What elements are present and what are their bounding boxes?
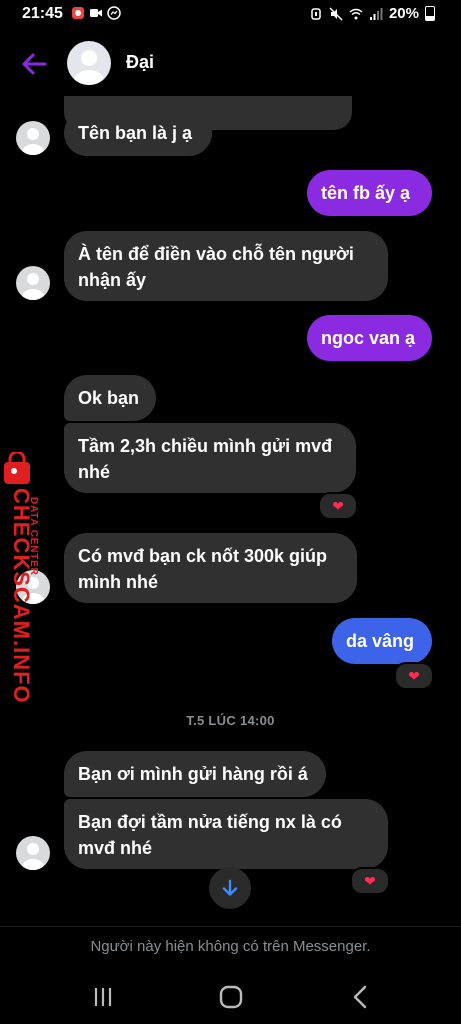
status-time: 21:45 — [22, 5, 63, 22]
message-bubble-received[interactable]: Tên bạn là j ạ — [64, 110, 212, 156]
message-bubble-received[interactable]: Bạn ơi mình gửi hàng rồi á — [64, 751, 326, 797]
message-bubble-received[interactable]: Tầm 2,3h chiều mình gửi mvđ nhé — [64, 423, 356, 493]
message-bubble-received[interactable]: Có mvđ bạn ck nốt 300k giúp mình nhé — [64, 533, 357, 603]
video-icon — [90, 9, 102, 17]
signal-icon — [369, 7, 383, 20]
message-bubble-received[interactable]: À tên để điền vào chỗ tên người nhận ấy — [64, 231, 388, 301]
message-bubble-sent[interactable]: da vâng — [332, 618, 432, 664]
alarm-icon — [311, 7, 321, 20]
message-bubble-received[interactable]: Bạn đợi tầm nửa tiếng nx là có mvđ nhé — [64, 799, 388, 869]
messenger-icon — [107, 6, 121, 20]
scroll-to-bottom-button[interactable] — [209, 867, 251, 909]
message-bubble-received[interactable]: Ok bạn — [64, 375, 156, 421]
system-nav-bar — [0, 970, 461, 1024]
battery-percent: 20% — [388, 5, 419, 22]
lock-logo-icon — [4, 452, 30, 484]
mute-icon — [329, 6, 343, 21]
heart-reaction[interactable]: ❤ — [350, 867, 390, 895]
notification-icon — [72, 7, 84, 19]
sender-avatar[interactable] — [16, 266, 50, 300]
wifi-icon — [349, 8, 363, 19]
status-bar: 21:45 20% — [0, 0, 461, 30]
unavailable-notice: Người này hiện không có trên Messenger. — [90, 938, 371, 955]
contact-name[interactable]: Đại — [126, 52, 154, 73]
sender-avatar[interactable] — [16, 121, 50, 155]
person-icon — [22, 843, 44, 870]
back-icon[interactable] — [346, 982, 376, 1012]
contact-avatar[interactable] — [67, 41, 111, 85]
sender-avatar[interactable] — [16, 836, 50, 870]
watermark-subtext: DATA CENTER — [28, 497, 39, 576]
chat-header: Đại — [0, 36, 461, 92]
arrow-left-icon[interactable] — [20, 50, 48, 78]
battery-icon — [425, 6, 435, 21]
person-icon — [22, 128, 44, 155]
heart-reaction[interactable]: ❤ — [394, 662, 434, 690]
home-icon[interactable] — [216, 982, 246, 1012]
message-bubble-sent[interactable]: tên fb ấy ạ — [307, 170, 432, 216]
recent-apps-icon[interactable] — [88, 982, 118, 1012]
person-icon — [74, 50, 104, 85]
arrow-down-icon — [222, 879, 238, 896]
status-right: 20% — [309, 5, 435, 22]
chat-footer: Người này hiện không có trên Messenger. — [0, 926, 461, 967]
time-divider: T.5 LÚC 14:00 — [186, 713, 275, 728]
status-left-icons — [71, 6, 121, 20]
heart-reaction[interactable]: ❤ — [318, 492, 358, 520]
message-bubble-sent[interactable]: ngoc van ạ — [307, 315, 432, 361]
person-icon — [22, 273, 44, 300]
